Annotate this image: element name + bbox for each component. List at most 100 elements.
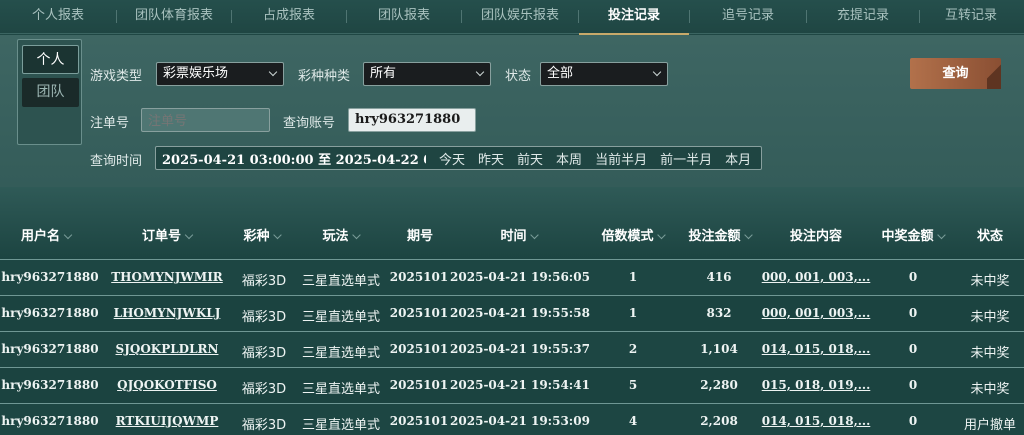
cell-username: hry963271880 [1, 414, 99, 428]
tab-team-report[interactable]: 团队报表 [347, 0, 461, 34]
header-multiplier[interactable]: 倍数模式 [601, 225, 666, 244]
cell-username: hry963271880 [1, 270, 99, 284]
tab-transfer-records[interactable]: 互转记录 [920, 0, 1022, 34]
header-time[interactable]: 时间 [500, 225, 539, 244]
cell-multiplier: 1 [628, 306, 638, 320]
sort-icon[interactable] [273, 230, 282, 240]
account-label: 查询账号 [283, 116, 336, 131]
table-header: 用户名 订单号 彩种 玩法 期号 时间 倍数模式 投注金额 投注内容 中奖金额 … [0, 187, 1024, 259]
lottery-type-value: 所有 [370, 66, 397, 81]
sort-icon[interactable] [352, 230, 361, 240]
quick-yesterday[interactable]: 昨天 [478, 149, 504, 168]
cell-order-no[interactable]: RTKIUIJQWMP [116, 414, 219, 428]
cell-status: 未中奖 [970, 346, 1010, 361]
game-type-label: 游戏类型 [90, 69, 143, 84]
cell-issue: 2025101 [389, 414, 449, 428]
cell-time: 2025-04-21 19:53:09 [450, 414, 590, 428]
cell-time: 2025-04-21 19:55:58 [450, 306, 590, 320]
cell-play: 三星直选单式 [301, 274, 381, 289]
table-row: hry963271880 QJQOKOTFISO 福彩3D 三星直选单式 202… [0, 367, 1024, 403]
lottery-type-select[interactable]: 所有 [363, 62, 491, 86]
header-win-amount[interactable]: 中奖金额 [881, 225, 946, 244]
status-select[interactable]: 全部 [540, 62, 668, 86]
query-time-label: 查询时间 [90, 154, 143, 169]
status-label: 状态 [505, 69, 532, 84]
sort-icon[interactable] [63, 230, 73, 240]
sort-icon[interactable] [744, 230, 753, 240]
cell-lottery: 福彩3D [241, 274, 287, 289]
scope-toggle: 个人 团队 [17, 39, 82, 145]
cell-issue: 2025101 [389, 270, 449, 284]
cell-status: 未中奖 [970, 274, 1010, 289]
header-bet-content: 投注内容 [789, 229, 843, 244]
cell-win-amount: 0 [908, 378, 918, 392]
cell-win-amount: 0 [908, 306, 918, 320]
header-play[interactable]: 玩法 [322, 225, 361, 244]
cell-order-no[interactable]: SJQOKPLDLRN [116, 342, 219, 356]
lottery-type-label: 彩种种类 [298, 69, 351, 84]
cell-lottery: 福彩3D [241, 418, 287, 433]
scope-team-button[interactable]: 团队 [22, 78, 79, 107]
header-username[interactable]: 用户名 [21, 225, 73, 244]
tab-team-entertainment-report[interactable]: 团队娱乐报表 [462, 0, 578, 34]
cell-time: 2025-04-21 19:56:05 [450, 270, 590, 284]
cell-bet-content[interactable]: 015, 018, 019,... [762, 378, 871, 392]
cell-bet-content[interactable]: 014, 015, 018,... [762, 414, 871, 428]
tab-share-report[interactable]: 占成报表 [232, 0, 346, 34]
tab-chase-records[interactable]: 追号记录 [690, 0, 806, 34]
cell-issue: 2025101 [389, 342, 449, 356]
quick-today[interactable]: 今天 [439, 149, 465, 168]
cell-order-no[interactable]: QJQOKOTFISO [117, 378, 217, 392]
cell-order-no[interactable]: LHOMYNJWKLJ [114, 306, 221, 320]
cell-status: 未中奖 [970, 382, 1010, 397]
cell-win-amount: 0 [908, 342, 918, 356]
tab-bet-records[interactable]: 投注记录 [579, 0, 689, 35]
tab-personal-report[interactable]: 个人报表 [0, 0, 116, 34]
scope-personal-button[interactable]: 个人 [22, 45, 79, 74]
header-lottery[interactable]: 彩种 [243, 225, 282, 244]
quick-day-before-yesterday[interactable]: 前天 [517, 149, 543, 168]
cell-issue: 2025101 [389, 306, 449, 320]
cell-lottery: 福彩3D [241, 346, 287, 361]
sort-icon[interactable] [530, 230, 539, 240]
table-row: hry963271880 RTKIUIJQWMP 福彩3D 三星直选单式 202… [0, 403, 1024, 435]
cell-bet-amount: 2,280 [700, 378, 738, 392]
order-no-label: 注单号 [90, 116, 130, 131]
game-type-select[interactable]: 彩票娱乐场 [156, 62, 284, 86]
tab-deposit-withdraw-records[interactable]: 充提记录 [807, 0, 919, 34]
cell-bet-amount: 2,208 [700, 414, 738, 428]
account-input[interactable]: hry963271880 [348, 108, 476, 132]
quick-this-week[interactable]: 本周 [556, 149, 582, 168]
quick-this-month[interactable]: 本月 [725, 149, 751, 168]
cell-play: 三星直选单式 [301, 346, 381, 361]
sort-icon[interactable] [184, 230, 194, 240]
cell-bet-content[interactable]: 014, 015, 018,... [762, 342, 871, 356]
date-range-field[interactable]: 2025-04-21 03:00:00 至 2025-04-22 03:00:0… [155, 146, 762, 170]
cell-play: 三星直选单式 [301, 310, 381, 325]
cell-time: 2025-04-21 19:55:37 [450, 342, 590, 356]
tab-team-sports-report[interactable]: 团队体育报表 [117, 0, 231, 34]
cell-multiplier: 5 [628, 378, 638, 392]
cell-issue: 2025101 [389, 378, 449, 392]
sort-icon[interactable] [937, 230, 946, 240]
order-no-input[interactable] [141, 108, 270, 132]
cell-bet-content[interactable]: 000, 001, 003,... [762, 270, 871, 284]
date-range-value[interactable]: 2025-04-21 03:00:00 至 2025-04-22 03:00:0… [156, 149, 426, 168]
quick-previous-half-month[interactable]: 前一半月 [660, 149, 712, 168]
cell-bet-amount: 832 [706, 306, 732, 320]
query-button[interactable]: 查询 [910, 58, 1001, 89]
header-bet-amount[interactable]: 投注金额 [688, 225, 753, 244]
cell-bet-amount: 1,104 [700, 342, 738, 356]
quick-current-half-month[interactable]: 当前半月 [595, 149, 647, 168]
cell-time: 2025-04-21 19:54:41 [450, 378, 590, 392]
sort-icon[interactable] [657, 230, 666, 240]
cell-play: 三星直选单式 [301, 382, 381, 397]
chevron-down-icon [475, 67, 485, 77]
table-row: hry963271880 LHOMYNJWKLJ 福彩3D 三星直选单式 202… [0, 295, 1024, 331]
game-type-value: 彩票娱乐场 [163, 66, 229, 81]
cell-order-no[interactable]: THOMYNJWMIR [111, 270, 223, 284]
chevron-down-icon [652, 67, 662, 77]
cell-lottery: 福彩3D [241, 310, 287, 325]
header-order-no[interactable]: 订单号 [142, 225, 194, 244]
cell-bet-content[interactable]: 000, 001, 003,... [762, 306, 871, 320]
